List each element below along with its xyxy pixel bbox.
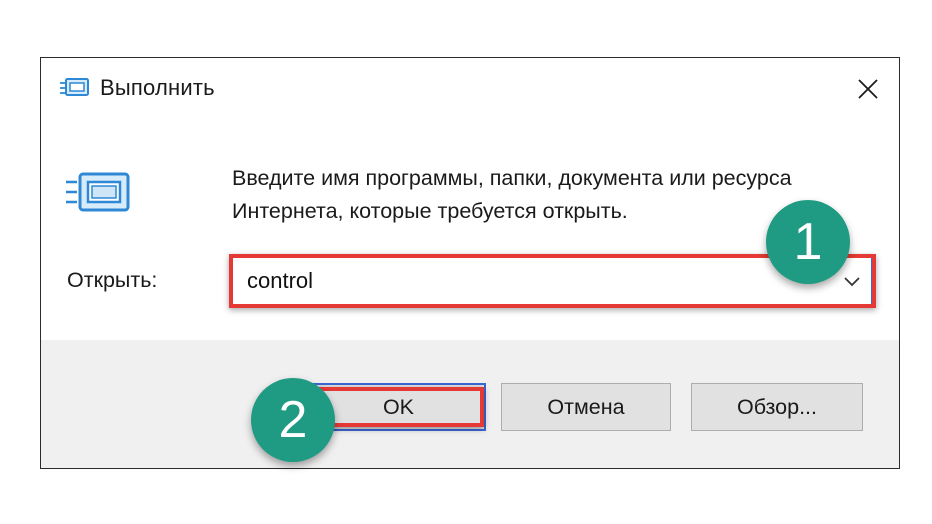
run-icon (60, 77, 90, 99)
window-title: Выполнить (100, 75, 215, 100)
open-label: Открыть: (67, 268, 158, 292)
ok-button[interactable]: OK (311, 383, 486, 431)
step-1-badge: 1 (766, 200, 850, 284)
title-bar: Выполнить (41, 58, 899, 122)
step-2-badge: 2 (251, 378, 335, 462)
run-dialog: Выполнить Введите имя программы, папки, … (40, 57, 900, 469)
close-icon (858, 79, 878, 99)
open-input[interactable]: control (247, 268, 313, 294)
browse-button[interactable]: Обзор... (691, 383, 863, 431)
chevron-down-icon[interactable] (841, 270, 863, 292)
run-icon (66, 170, 132, 218)
close-button[interactable] (851, 72, 885, 106)
cancel-button[interactable]: Отмена (501, 383, 671, 431)
page: Выполнить Введите имя программы, папки, … (0, 0, 932, 524)
